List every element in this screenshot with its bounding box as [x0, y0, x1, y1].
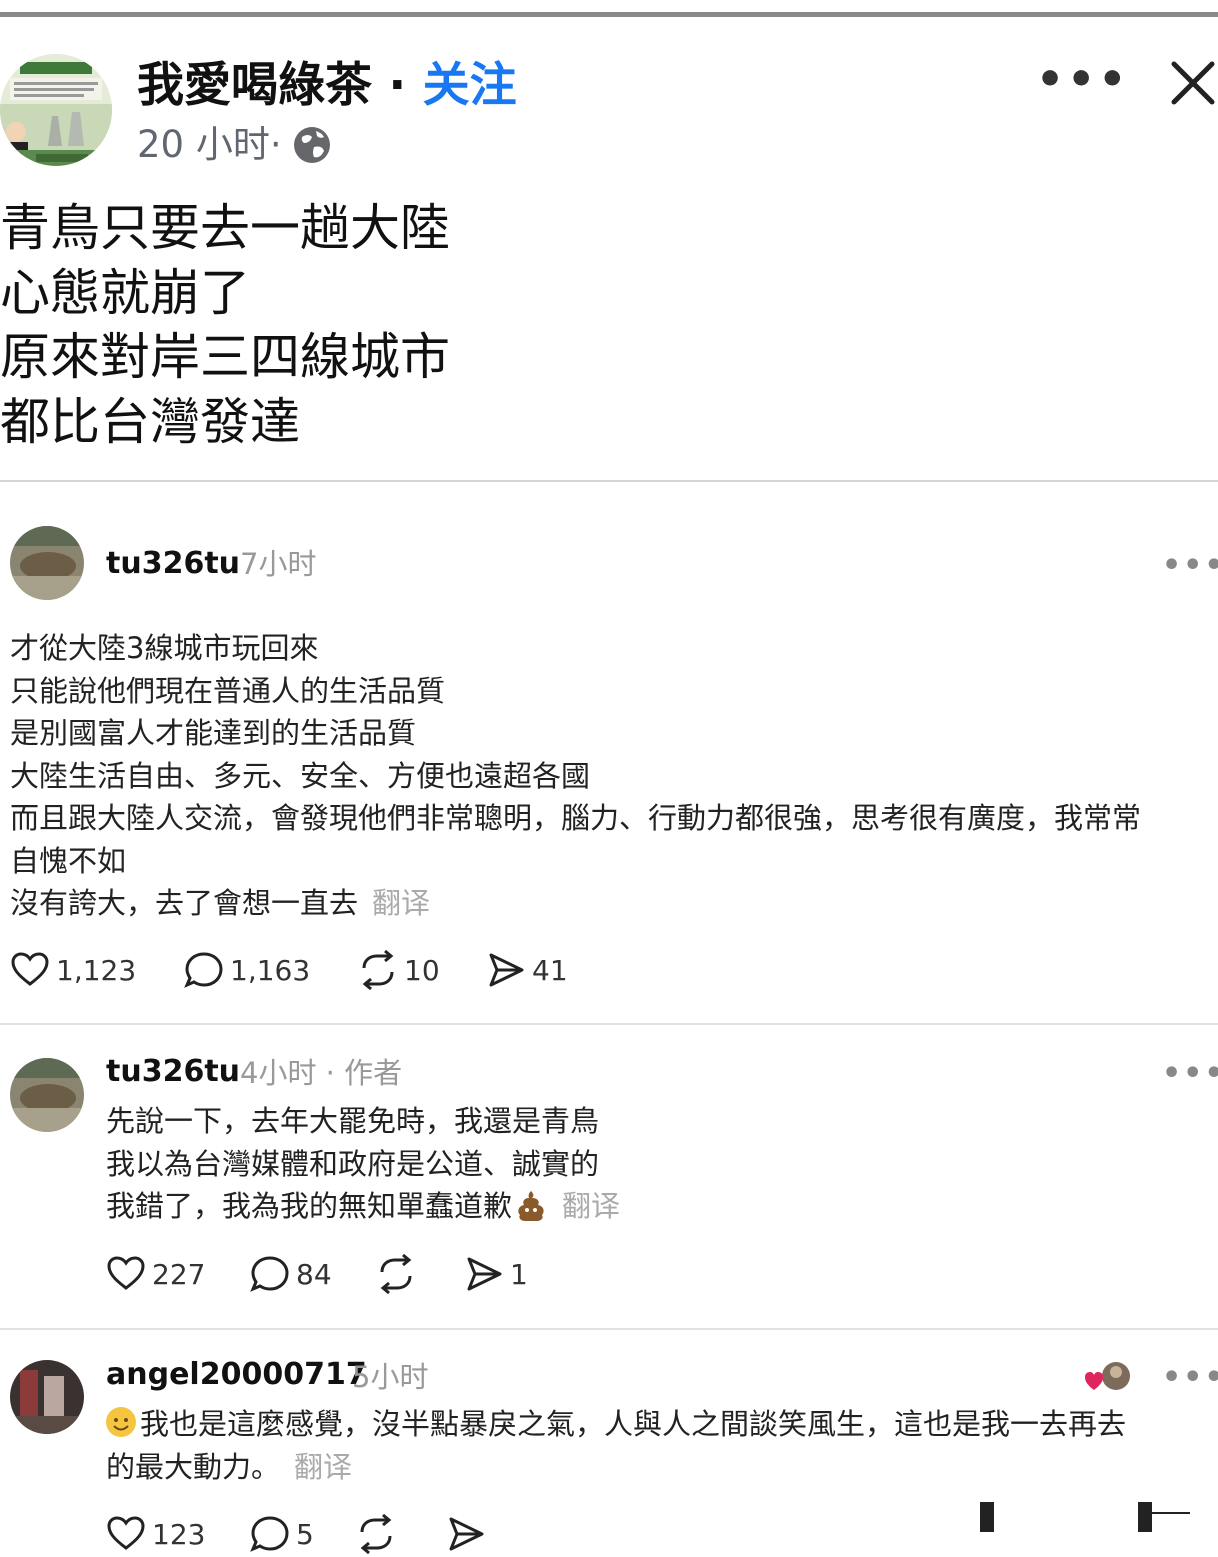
watermark-mark	[1138, 1502, 1152, 1532]
post-body: 青鳥只要去一趟大陸 心態就崩了 原來對岸三四線城市 都比台灣發達	[0, 196, 450, 454]
share-icon	[489, 953, 524, 987]
more-icon[interactable]: •••	[1162, 1360, 1218, 1395]
reply-count: 1,163	[230, 953, 311, 987]
translate-link[interactable]: 翻译	[562, 1189, 620, 1223]
comment-icon	[250, 1516, 289, 1552]
comment-line: 的最大動力。	[106, 1449, 281, 1484]
repost-icon	[380, 1254, 412, 1294]
repost-count: 10	[404, 953, 440, 987]
repost-button[interactable]: 10	[358, 950, 486, 990]
share-button[interactable]: 1	[464, 1254, 528, 1294]
comment-line: 只能說他們現在普通人的生活品質	[10, 673, 446, 708]
like-button[interactable]: 1,123	[10, 950, 184, 990]
avatar[interactable]	[10, 1058, 84, 1132]
post-meta: 20 小时 ·	[137, 120, 332, 170]
repost-icon	[362, 950, 394, 990]
comment-line: 自愧不如	[10, 843, 127, 878]
reply-button[interactable]: 1,163	[184, 950, 358, 990]
comment-line: 而且跟大陸人交流，會發現他們非常聰明，腦力、行動力都很強，思考很有廣度，我常常	[10, 801, 1142, 835]
comment-line: 是別國富人才能達到的生活品質	[10, 716, 417, 750]
watermark-line	[1150, 1512, 1190, 1514]
more-icon[interactable]: •••	[1162, 1056, 1218, 1091]
comment-line: 大陸生活自由、多元、安全、方便也遠超各國	[10, 758, 591, 793]
comment-username[interactable]: tu326tu	[106, 1052, 240, 1092]
like-count: 123	[152, 1517, 206, 1551]
repost-button[interactable]	[356, 1514, 446, 1554]
action-bar: 1,123 1,163 10 41	[10, 950, 568, 990]
watermark-mark	[980, 1502, 994, 1532]
comment-time: 5小时	[352, 1360, 429, 1394]
comment-line: 我以為台灣媒體和政府是公道、誠實的	[106, 1146, 600, 1181]
heart-icon	[107, 1256, 145, 1290]
smile-emoji-icon	[106, 1407, 136, 1437]
share-count: 41	[532, 953, 568, 987]
globe-icon	[293, 127, 330, 163]
reply-count: 5	[296, 1517, 314, 1551]
repost-button[interactable]	[376, 1254, 464, 1294]
comment-body: 我也是這麼感覺，沒半點暴戾之氣，人與人之間談笑風生，這也是我一去再去 的最大動力…	[106, 1403, 1126, 1488]
post-header: 我愛喝綠茶 · 关注 20 小时 · •••	[0, 52, 1218, 182]
reply-count: 84	[296, 1257, 332, 1291]
liked-by-author-icon	[1085, 1362, 1130, 1390]
comment-icon	[250, 1256, 289, 1292]
repost-icon	[360, 1514, 392, 1554]
comment-time: 4小时 · 作者	[240, 1056, 403, 1090]
heart-icon	[107, 1516, 145, 1550]
follow-button[interactable]: 关注	[423, 58, 517, 113]
more-icon[interactable]: •••	[1162, 548, 1218, 583]
post-time[interactable]: 20 小时	[137, 120, 270, 170]
comment-line: 先說一下，去年大罷免時，我還是青鳥	[106, 1104, 600, 1138]
divider	[0, 1328, 1218, 1330]
author-name[interactable]: 我愛喝綠茶	[137, 58, 372, 113]
avatar[interactable]	[10, 1360, 84, 1434]
share-button[interactable]	[446, 1514, 492, 1554]
comment-line: 沒有誇大，去了會想一直去	[10, 886, 359, 920]
post-line: 心態就崩了	[0, 263, 250, 322]
translate-link[interactable]: 翻译	[294, 1450, 352, 1484]
close-icon[interactable]	[1166, 56, 1218, 110]
heart-icon	[11, 952, 49, 986]
like-count: 227	[152, 1257, 206, 1291]
post-line: 都比台灣發達	[0, 392, 300, 451]
comment-line: 才從大陸3線城市玩回來	[10, 631, 319, 665]
share-icon	[467, 1257, 502, 1291]
comment-body: 才從大陸3線城市玩回來 只能說他們現在普通人的生活品質 是別國富人才能達到的生活…	[10, 627, 1141, 925]
like-button[interactable]: 227	[106, 1254, 250, 1294]
avatar[interactable]	[10, 526, 84, 600]
comment-time: 7小时	[240, 547, 317, 581]
like-button[interactable]: 123	[106, 1514, 250, 1554]
action-bar: 227 84 1	[106, 1254, 528, 1294]
comment-body: 先說一下，去年大罷免時，我還是青鳥 我以為台灣媒體和政府是公道、誠實的 我錯了，…	[106, 1100, 620, 1228]
reply-button[interactable]: 84	[250, 1254, 376, 1294]
comment-line: 我錯了，我為我的無知單蠢道歉	[106, 1189, 513, 1223]
share-count: 1	[510, 1257, 528, 1291]
comment-username[interactable]: tu326tu	[106, 544, 240, 584]
title-separator: ·	[372, 58, 423, 113]
post-line: 青鳥只要去一趟大陸	[0, 199, 450, 257]
comment-username[interactable]: angel20000717	[106, 1355, 367, 1395]
divider	[0, 1023, 1218, 1025]
poop-emoji-icon	[518, 1191, 544, 1221]
comment-icon	[184, 952, 223, 988]
share-icon	[449, 1517, 484, 1551]
post-line: 原來對岸三四線城市	[0, 328, 450, 386]
translate-link[interactable]: 翻译	[372, 886, 430, 920]
like-count: 1,123	[56, 953, 137, 987]
share-button[interactable]: 41	[486, 950, 568, 990]
meta-dot: ·	[269, 123, 282, 166]
divider	[0, 480, 1218, 482]
more-icon[interactable]: •••	[1036, 54, 1129, 105]
post-title: 我愛喝綠茶 · 关注	[137, 56, 517, 116]
reply-button[interactable]: 5	[250, 1514, 356, 1554]
comment-line: 我也是這麼感覺，沒半點暴戾之氣，人與人之間談笑風生，這也是我一去再去	[140, 1407, 1127, 1441]
top-border	[0, 12, 1218, 17]
author-avatar[interactable]	[0, 54, 112, 166]
action-bar: 123 5	[106, 1514, 492, 1554]
